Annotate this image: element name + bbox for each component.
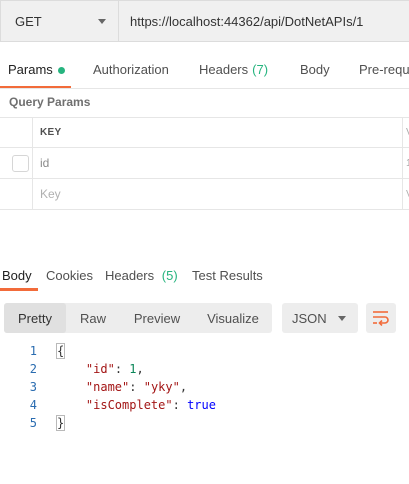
code-line: 2 "id": 1, bbox=[0, 360, 409, 378]
response-tab-body[interactable]: Body bbox=[0, 266, 38, 291]
close-brace: } bbox=[55, 415, 66, 431]
request-tabs: Params Authorization Headers (7) Body Pr… bbox=[0, 56, 409, 89]
chevron-down-icon bbox=[98, 19, 106, 24]
response-tab-headers[interactable]: Headers (5) bbox=[105, 266, 178, 283]
tab-headers-label: Headers bbox=[199, 62, 249, 77]
response-body-editor[interactable]: 1 { 2 "id": 1, 3 "name": "yky", 4 "isCom… bbox=[0, 342, 409, 432]
wrap-lines-icon bbox=[373, 311, 389, 326]
json-value: "yky" bbox=[143, 380, 180, 394]
param-enabled-checkbox[interactable] bbox=[12, 155, 29, 172]
json-value: 1 bbox=[129, 362, 137, 376]
view-visualize-button[interactable]: Visualize bbox=[194, 303, 272, 333]
response-tab-headers-label: Headers bbox=[105, 268, 155, 283]
view-preview-button[interactable]: Preview bbox=[120, 303, 194, 333]
view-pretty-button[interactable]: Pretty bbox=[4, 303, 66, 333]
response-tabs: Body Cookies Headers (5) Test Results bbox=[0, 266, 409, 292]
code-line: 3 "name": "yky", bbox=[0, 378, 409, 396]
tab-pre-request[interactable]: Pre-reque bbox=[359, 56, 409, 84]
value-column-header: V bbox=[402, 118, 409, 147]
tab-body[interactable]: Body bbox=[300, 56, 330, 84]
view-mode-group: Pretty Raw Preview Visualize bbox=[4, 303, 272, 333]
json-key: "isComplete" bbox=[85, 398, 173, 412]
table-row: id 1 bbox=[0, 148, 409, 179]
response-tab-cookies-label: Cookies bbox=[46, 268, 93, 283]
params-active-dot-icon bbox=[57, 67, 65, 74]
code-line-text: } bbox=[55, 414, 66, 432]
json-comma: , bbox=[179, 380, 188, 394]
key-column-header: KEY bbox=[40, 127, 62, 138]
json-key: "name" bbox=[85, 380, 130, 394]
query-params-title: Query Params bbox=[9, 95, 91, 109]
tab-params-label: Params bbox=[8, 62, 53, 77]
json-key: "id" bbox=[85, 362, 115, 376]
code-line-text: "isComplete": true bbox=[85, 398, 216, 412]
response-format-select[interactable]: JSON bbox=[282, 303, 358, 333]
line-number: 1 bbox=[29, 344, 37, 358]
chevron-down-icon bbox=[338, 316, 346, 321]
param-key-input[interactable]: id bbox=[40, 148, 49, 178]
postman-window: GET https://localhost:44362/api/DotNetAP… bbox=[0, 0, 409, 484]
line-number: 5 bbox=[29, 416, 37, 430]
http-method-label: GET bbox=[15, 13, 42, 29]
line-number: 4 bbox=[29, 398, 37, 412]
line-number: 3 bbox=[29, 380, 37, 394]
code-line-text: { bbox=[55, 342, 66, 360]
http-method-select[interactable]: GET bbox=[0, 0, 118, 42]
response-tab-test-results[interactable]: Test Results bbox=[192, 266, 263, 283]
tab-headers[interactable]: Headers (7) bbox=[199, 56, 268, 84]
code-line-text: "name": "yky", bbox=[85, 380, 188, 394]
row-checkbox-cell bbox=[0, 179, 33, 209]
line-number: 2 bbox=[29, 362, 37, 376]
tab-params[interactable]: Params bbox=[0, 56, 71, 89]
query-params-table: KEY V id 1 Key V bbox=[0, 117, 409, 210]
code-line: 5 } bbox=[0, 414, 409, 432]
response-tab-body-label: Body bbox=[2, 268, 32, 283]
row-checkbox-cell bbox=[0, 148, 33, 178]
json-value: true bbox=[187, 398, 216, 412]
tab-authorization-label: Authorization bbox=[93, 62, 169, 77]
tabs-divider bbox=[0, 88, 409, 89]
request-url-input[interactable]: https://localhost:44362/api/DotNetAPIs/1 bbox=[118, 0, 409, 42]
open-brace: { bbox=[55, 343, 66, 359]
new-param-value-input[interactable]: V bbox=[402, 179, 409, 209]
checkbox-column-header bbox=[0, 118, 33, 147]
tab-authorization[interactable]: Authorization bbox=[93, 56, 169, 84]
code-line: 1 { bbox=[0, 342, 409, 360]
response-tab-headers-count: (5) bbox=[161, 268, 178, 283]
code-line-text: "id": 1, bbox=[85, 362, 144, 376]
table-row: Key V bbox=[0, 179, 409, 210]
request-url-bar: GET https://localhost:44362/api/DotNetAP… bbox=[0, 0, 409, 42]
view-raw-button[interactable]: Raw bbox=[66, 303, 120, 333]
new-param-key-input[interactable]: Key bbox=[40, 179, 61, 209]
tab-pre-request-label: Pre-reque bbox=[359, 62, 409, 77]
table-header-row: KEY V bbox=[0, 117, 409, 148]
json-comma: , bbox=[136, 362, 144, 376]
code-line: 4 "isComplete": true bbox=[0, 396, 409, 414]
wrap-lines-button[interactable] bbox=[366, 303, 396, 333]
tab-body-label: Body bbox=[300, 62, 330, 77]
response-format-label: JSON bbox=[292, 310, 327, 326]
response-tab-cookies[interactable]: Cookies bbox=[46, 266, 93, 283]
response-tab-test-results-label: Test Results bbox=[192, 268, 263, 283]
tab-headers-count: (7) bbox=[252, 62, 269, 77]
param-value-input[interactable]: 1 bbox=[402, 148, 409, 178]
